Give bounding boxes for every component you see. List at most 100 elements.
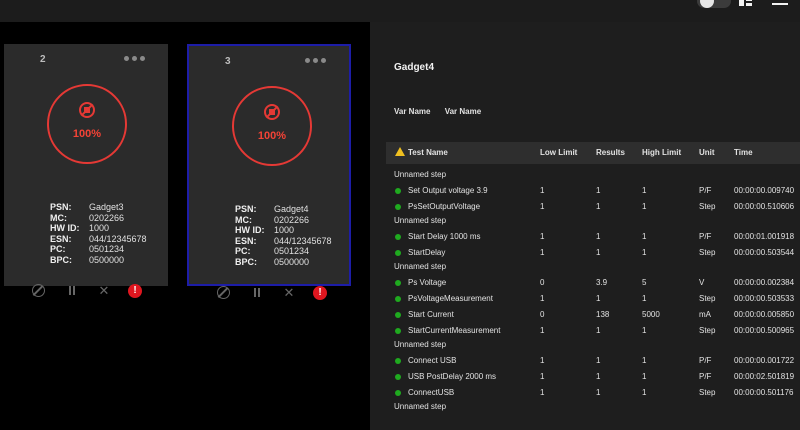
pass-status-icon [395, 328, 401, 334]
disable-icon[interactable] [217, 286, 230, 299]
close-icon[interactable]: ✕ [283, 286, 295, 299]
table-row[interactable]: Set Output voltage 3.9 1 1 1 P/F 00:00:00.009… [386, 184, 800, 200]
table-row[interactable]: Connect USB 1 1 1 P/F 00:00:00.001722 [386, 354, 800, 370]
table-row[interactable]: Start Current 0 138 5000 mA 00:00:00.005850 [386, 308, 800, 324]
pass-status-icon [395, 234, 401, 240]
cell-low-limit: 1 [540, 356, 545, 365]
step-group-label: Unnamed step [394, 402, 447, 411]
cell-result: 1 [596, 186, 601, 195]
pass-status-icon [395, 280, 401, 286]
table-row[interactable]: StartDelay 1 1 1 Step 00:00:00.503544 [386, 246, 800, 262]
cell-time: 00:00:01.001918 [734, 232, 795, 241]
cell-time: 00:00:00.002384 [734, 278, 795, 287]
cell-test-name: Set Output voltage 3.9 [408, 186, 488, 195]
cell-unit: Step [699, 248, 716, 257]
pass-status-icon [395, 374, 401, 380]
cell-result: 1 [596, 372, 601, 381]
cell-low-limit: 1 [540, 248, 545, 257]
table-row[interactable]: Start Delay 1000 ms 1 1 1 P/F 00:00:01.001918 [386, 230, 800, 246]
cell-result: 138 [596, 310, 610, 319]
progress-ring: 100% [232, 86, 312, 166]
info-row-bpc: BPC: 0500000 [235, 256, 310, 267]
cell-low-limit: 1 [540, 186, 545, 195]
var-name-label: Var Name [394, 107, 431, 116]
cell-test-name: StartCurrentMeasurement [408, 326, 501, 335]
cell-result: 1 [596, 356, 601, 365]
hamburger-menu-icon[interactable] [772, 0, 788, 8]
col-unit[interactable]: Unit [699, 148, 715, 157]
cell-unit: Step [699, 388, 716, 397]
progress-percent: 100% [257, 130, 287, 142]
pass-status-icon [395, 188, 401, 194]
step-group-label: Unnamed step [394, 340, 447, 349]
alert-icon[interactable]: ! [128, 284, 142, 298]
info-row-pc: PC: 0501234 [235, 246, 310, 256]
pause-icon[interactable] [253, 286, 261, 299]
cell-result: 1 [596, 232, 601, 241]
col-time[interactable]: Time [734, 148, 753, 157]
disable-icon[interactable] [32, 284, 45, 297]
col-low-limit[interactable]: Low Limit [540, 148, 577, 157]
more-options-icon[interactable] [124, 56, 146, 62]
top-bar [0, 0, 800, 22]
close-icon[interactable]: ✕ [98, 284, 110, 297]
pass-status-icon [395, 390, 401, 396]
cell-test-name: PsVoltageMeasurement [408, 294, 493, 303]
cell-high-limit: 1 [642, 388, 647, 397]
cell-low-limit: 0 [540, 278, 545, 287]
device-info: PSN: Gadget4 MC: 0202266 HW ID: 1000 ESN: 04… [235, 204, 332, 267]
table-row[interactable]: ConnectUSB 1 1 1 Step 00:00:00.501176 [386, 386, 800, 402]
cell-high-limit: 1 [642, 356, 647, 365]
more-options-icon[interactable] [305, 58, 327, 64]
info-row-mc: MC: 0202266 [50, 212, 125, 223]
warning-icon [395, 147, 405, 156]
no-device-icon [264, 104, 280, 120]
cell-result: 1 [596, 388, 601, 397]
info-row-mc: MC: 0202266 [235, 214, 310, 225]
cell-unit: P/F [699, 372, 712, 381]
device-card[interactable]: 2 100% PSN: Gadget3 MC: 0202266 HW ID: 1000… [4, 44, 168, 298]
col-results[interactable]: Results [596, 148, 625, 157]
cell-time: 00:00:00.001722 [734, 356, 795, 365]
pass-status-icon [395, 250, 401, 256]
cell-high-limit: 5 [642, 278, 647, 287]
cell-unit: Step [699, 202, 716, 211]
col-high-limit[interactable]: High Limit [642, 148, 681, 157]
cell-high-limit: 1 [642, 294, 647, 303]
cell-high-limit: 1 [642, 232, 647, 241]
pass-status-icon [395, 296, 401, 302]
device-card-selected[interactable]: 3 100% PSN: Gadget4 MC: 0202266 HW ID: 1000… [187, 44, 351, 300]
cell-low-limit: 0 [540, 310, 545, 319]
grid-view-icon[interactable] [739, 0, 752, 6]
device-info: PSN: Gadget3 MC: 0202266 HW ID: 1000 ESN: 04… [50, 202, 147, 265]
table-row[interactable]: USB PostDelay 2000 ms 1 1 1 P/F 00:00:02.5018… [386, 370, 800, 386]
cell-result: 1 [596, 326, 601, 335]
cell-test-name: Start Delay 1000 ms [408, 232, 481, 241]
cell-high-limit: 1 [642, 202, 647, 211]
alert-icon[interactable]: ! [313, 286, 327, 300]
col-test-name[interactable]: Test Name [408, 148, 448, 157]
info-row-psn: PSN: Gadget3 [50, 202, 124, 212]
cell-result: 3.9 [596, 278, 608, 287]
cell-low-limit: 1 [540, 326, 545, 335]
card-actions: ✕ ! [32, 284, 142, 298]
cell-high-limit: 1 [642, 372, 647, 381]
detail-panel: Gadget4 Var Name Var Name Test Name Low … [370, 22, 800, 430]
cell-high-limit: 1 [642, 326, 647, 335]
table-row[interactable]: PsSetOutputVoltage 1 1 1 Step 00:00:00.510606 [386, 200, 800, 216]
table-row[interactable]: PsVoltageMeasurement 1 1 1 Step 00:00:00.5035… [386, 292, 800, 308]
pause-icon[interactable] [68, 284, 76, 297]
cell-unit: P/F [699, 232, 712, 241]
step-group-label: Unnamed step [394, 170, 447, 179]
pass-status-icon [395, 204, 401, 210]
no-device-icon [79, 102, 95, 118]
cell-time: 00:00:00.500965 [734, 326, 795, 335]
cell-time: 00:00:00.503533 [734, 294, 795, 303]
table-row[interactable]: Ps Voltage 0 3.9 5 V 00:00:00.002384 [386, 276, 800, 292]
step-group-label: Unnamed step [394, 262, 447, 271]
table-row[interactable]: StartCurrentMeasurement 1 1 1 Step 00:00:00.5… [386, 324, 800, 340]
cell-time: 00:00:00.005850 [734, 310, 795, 319]
theme-toggle[interactable] [697, 0, 731, 8]
info-row-psn: PSN: Gadget4 [235, 204, 309, 214]
info-row-esn: ESN: 044/12345678 [235, 235, 332, 246]
